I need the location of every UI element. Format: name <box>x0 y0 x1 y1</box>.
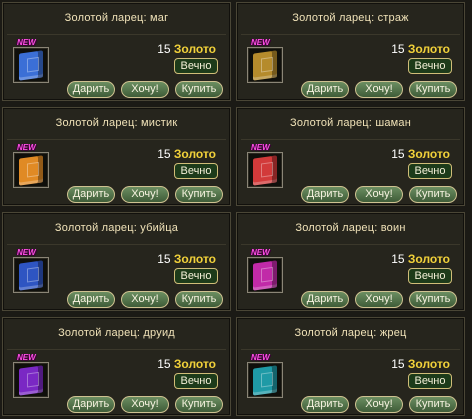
book-icon <box>19 365 43 396</box>
price-currency: Золото <box>173 357 216 371</box>
book-icon <box>19 50 43 81</box>
price-amount: 15 <box>157 147 171 161</box>
price-amount: 15 <box>391 357 405 371</box>
shop-item-card: Золотой ларец: шаман NEW 15 Золото Вечно… <box>236 107 465 206</box>
new-badge: NEW <box>251 143 270 152</box>
item-slot[interactable] <box>247 257 283 293</box>
new-badge: NEW <box>17 248 36 257</box>
price-amount: 15 <box>157 357 171 371</box>
item-slot[interactable] <box>13 362 49 398</box>
item-title: Золотой ларец: убийца <box>3 213 230 245</box>
gift-button[interactable]: Дарить <box>301 81 349 98</box>
item-slot[interactable] <box>13 257 49 293</box>
new-badge: NEW <box>251 353 270 362</box>
gift-button[interactable]: Дарить <box>301 186 349 203</box>
buy-button[interactable]: Купить <box>175 81 223 98</box>
item-price: 15 Золото <box>391 42 450 56</box>
item-slot[interactable] <box>13 152 49 188</box>
duration-badge: Вечно <box>408 373 452 389</box>
gift-button[interactable]: Дарить <box>301 291 349 308</box>
price-currency: Золото <box>173 252 216 266</box>
book-icon <box>19 155 43 186</box>
duration-badge: Вечно <box>174 373 218 389</box>
new-badge: NEW <box>17 353 36 362</box>
item-title: Золотой ларец: жрец <box>237 318 464 350</box>
item-slot[interactable] <box>13 47 49 83</box>
new-badge: NEW <box>251 248 270 257</box>
item-title: Золотой ларец: мистик <box>3 108 230 140</box>
gift-button[interactable]: Дарить <box>67 186 115 203</box>
book-icon <box>253 50 277 81</box>
book-icon <box>253 365 277 396</box>
item-slot[interactable] <box>247 362 283 398</box>
buy-button[interactable]: Купить <box>175 396 223 413</box>
book-icon <box>19 260 43 291</box>
gift-button[interactable]: Дарить <box>67 396 115 413</box>
shop-grid: Золотой ларец: маг NEW 15 Золото Вечно Д… <box>2 2 470 417</box>
item-price: 15 Золото <box>391 357 450 371</box>
price-currency: Золото <box>173 147 216 161</box>
shop-item-card: Золотой ларец: воин NEW 15 Золото Вечно … <box>236 212 465 311</box>
gift-button[interactable]: Дарить <box>67 291 115 308</box>
price-amount: 15 <box>391 147 405 161</box>
item-price: 15 Золото <box>391 252 450 266</box>
duration-badge: Вечно <box>408 268 452 284</box>
shop-item-card: Золотой ларец: друид NEW 15 Золото Вечно… <box>2 317 231 416</box>
want-button[interactable]: Хочу! <box>355 81 403 98</box>
item-price: 15 Золото <box>157 147 216 161</box>
book-icon <box>253 155 277 186</box>
item-price: 15 Золото <box>157 252 216 266</box>
want-button[interactable]: Хочу! <box>355 291 403 308</box>
duration-badge: Вечно <box>408 58 452 74</box>
shop-item-card: Золотой ларец: убийца NEW 15 Золото Вечн… <box>2 212 231 311</box>
want-button[interactable]: Хочу! <box>121 291 169 308</box>
want-button[interactable]: Хочу! <box>121 186 169 203</box>
item-title: Золотой ларец: воин <box>237 213 464 245</box>
want-button[interactable]: Хочу! <box>121 396 169 413</box>
gift-button[interactable]: Дарить <box>301 396 349 413</box>
buy-button[interactable]: Купить <box>175 291 223 308</box>
duration-badge: Вечно <box>174 58 218 74</box>
book-icon <box>253 260 277 291</box>
price-amount: 15 <box>391 42 405 56</box>
buy-button[interactable]: Купить <box>409 81 457 98</box>
price-amount: 15 <box>157 42 171 56</box>
shop-item-card: Золотой ларец: страж NEW 15 Золото Вечно… <box>236 2 465 101</box>
shop-item-card: Золотой ларец: мистик NEW 15 Золото Вечн… <box>2 107 231 206</box>
buy-button[interactable]: Купить <box>409 396 457 413</box>
item-title: Золотой ларец: страж <box>237 3 464 35</box>
duration-badge: Вечно <box>174 268 218 284</box>
price-currency: Золото <box>407 42 450 56</box>
item-title: Золотой ларец: маг <box>3 3 230 35</box>
want-button[interactable]: Хочу! <box>121 81 169 98</box>
shop-item-card: Золотой ларец: жрец NEW 15 Золото Вечно … <box>236 317 465 416</box>
buy-button[interactable]: Купить <box>409 186 457 203</box>
duration-badge: Вечно <box>174 163 218 179</box>
buy-button[interactable]: Купить <box>175 186 223 203</box>
gift-button[interactable]: Дарить <box>67 81 115 98</box>
want-button[interactable]: Хочу! <box>355 186 403 203</box>
new-badge: NEW <box>17 38 36 47</box>
new-badge: NEW <box>251 38 270 47</box>
price-currency: Золото <box>407 357 450 371</box>
shop-item-card: Золотой ларец: маг NEW 15 Золото Вечно Д… <box>2 2 231 101</box>
price-currency: Золото <box>407 147 450 161</box>
item-slot[interactable] <box>247 152 283 188</box>
item-price: 15 Золото <box>157 357 216 371</box>
price-amount: 15 <box>157 252 171 266</box>
new-badge: NEW <box>17 143 36 152</box>
duration-badge: Вечно <box>408 163 452 179</box>
buy-button[interactable]: Купить <box>409 291 457 308</box>
item-title: Золотой ларец: друид <box>3 318 230 350</box>
item-price: 15 Золото <box>391 147 450 161</box>
want-button[interactable]: Хочу! <box>355 396 403 413</box>
price-amount: 15 <box>391 252 405 266</box>
price-currency: Золото <box>173 42 216 56</box>
item-price: 15 Золото <box>157 42 216 56</box>
price-currency: Золото <box>407 252 450 266</box>
item-slot[interactable] <box>247 47 283 83</box>
item-title: Золотой ларец: шаман <box>237 108 464 140</box>
